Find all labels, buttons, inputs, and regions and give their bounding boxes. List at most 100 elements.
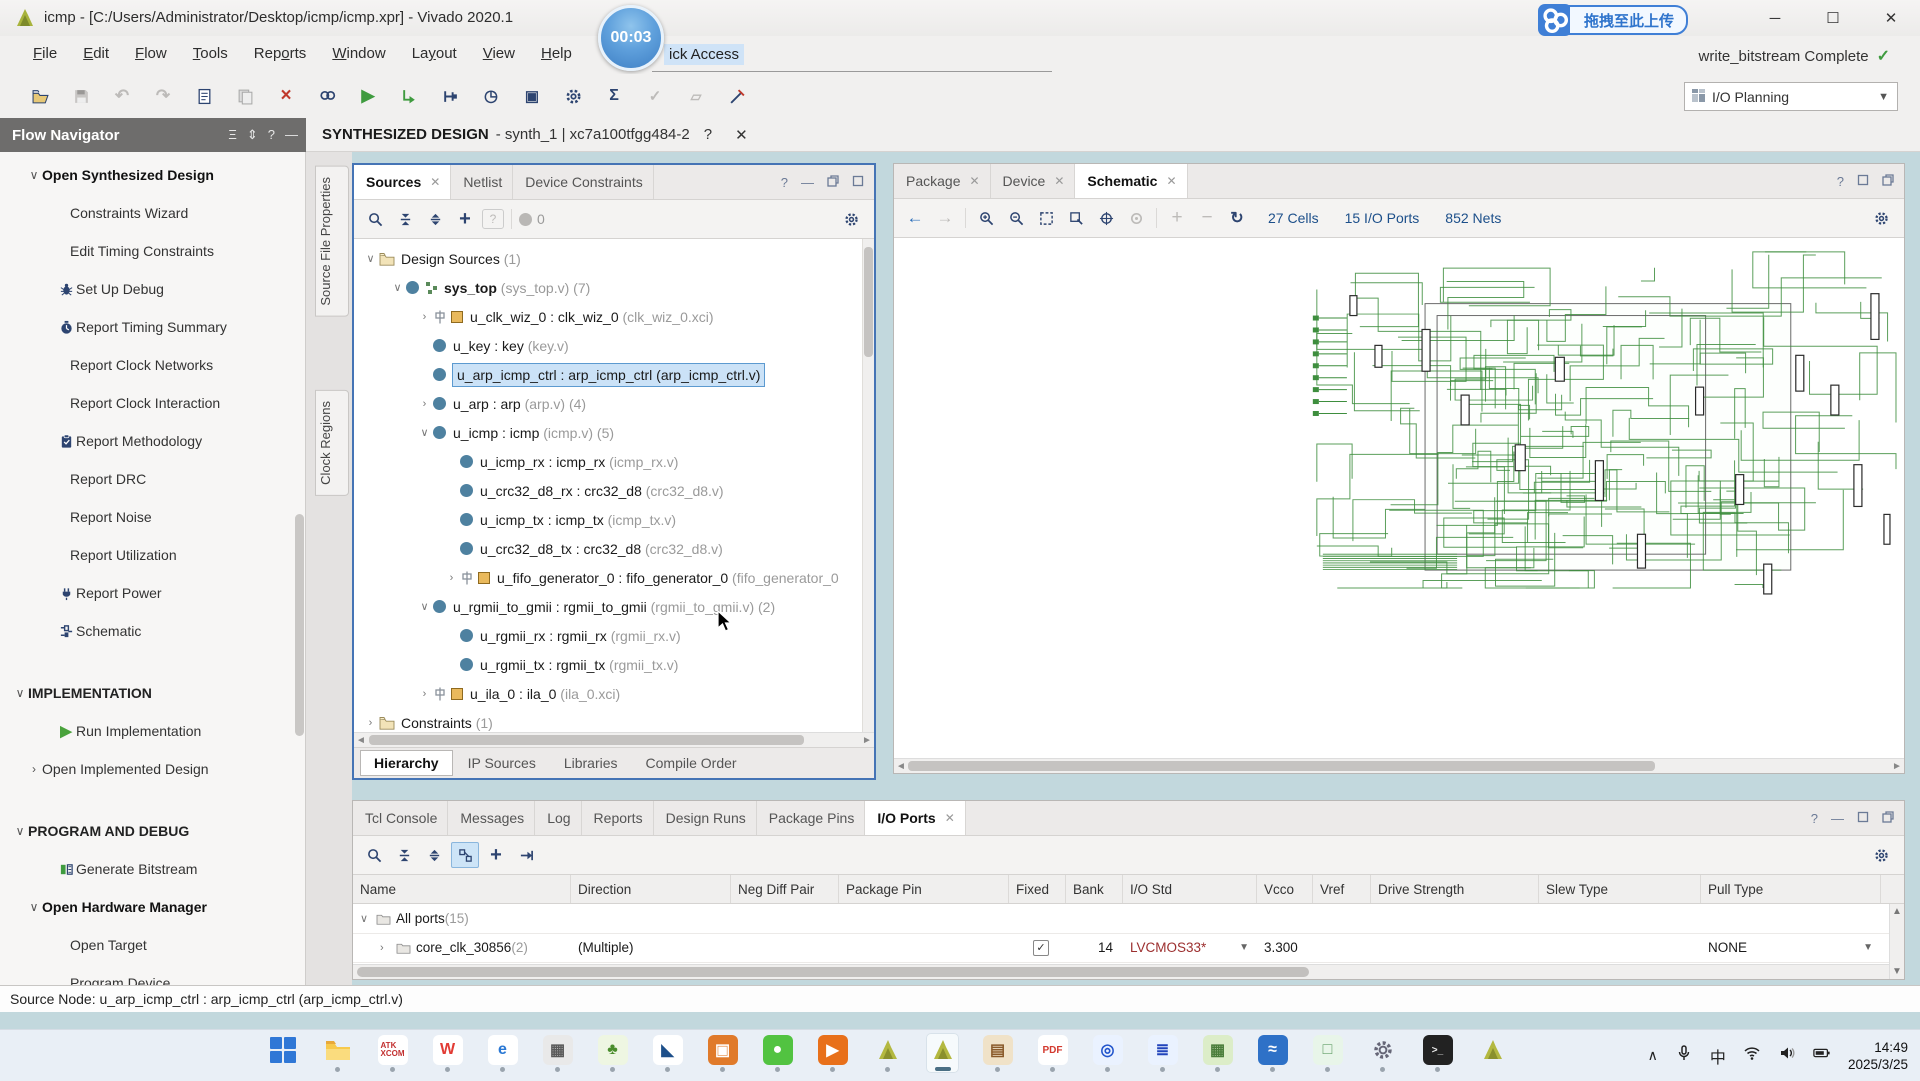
expand-cone-icon[interactable]: + [1164,206,1190,230]
taskbar-vivado[interactable] [871,1033,904,1073]
timing-icon[interactable]: ◷ [479,84,503,108]
minimize-panel-icon[interactable]: ― [285,127,298,143]
taskbar-edge-browser[interactable]: e [486,1033,519,1073]
bottom-tab-reports[interactable]: Reports [582,801,654,835]
column-header-name[interactable]: Name [353,875,571,903]
taskbar-wechat[interactable]: ● [761,1033,794,1073]
zoom-selection-icon[interactable] [1063,206,1089,230]
create-port-icon[interactable]: + [483,843,509,867]
panel-float2-icon[interactable] [827,175,839,190]
column-header-vcco[interactable]: Vcco [1257,875,1313,903]
highlight-icon[interactable] [1123,206,1149,230]
help-icon[interactable]: ? [482,209,504,229]
forward-icon[interactable]: → [932,206,958,230]
elaborate-icon[interactable] [438,84,462,108]
taskbar-settings-app[interactable] [1366,1033,1399,1073]
collapse-cone-icon[interactable]: − [1194,206,1220,230]
bottom-tab-package-pins[interactable]: Package Pins [757,801,866,835]
column-header-i-o-std[interactable]: I/O Std [1123,875,1257,903]
flownav-item-open-synthesized-design[interactable]: ∨Open Synthesized Design [0,156,305,194]
flownav-item-report-clock-interaction[interactable]: Report Clock Interaction [0,384,305,422]
wifi-icon[interactable] [1743,1044,1761,1067]
taskbar-shark-fin-app[interactable]: ◣ [651,1033,684,1073]
tree-row[interactable]: ∨Design Sources (1) [354,244,874,273]
flownav-item-constraints-wizard[interactable]: Constraints Wizard [0,194,305,232]
taskbar-vivado-active[interactable] [926,1033,959,1073]
redo-icon[interactable]: ↷ [151,84,175,108]
open-project-icon[interactable] [28,84,52,108]
sources-tab-netlist[interactable]: Netlist [451,165,513,199]
flownav-item-report-methodology[interactable]: Report Methodology [0,422,305,460]
tree-row[interactable]: ›u_arp : arp (arp.v) (4) [354,389,874,418]
panel-min-icon[interactable]: ― [1831,811,1844,826]
schematic-horizontal-scrollbar[interactable]: ◄► [894,758,1904,773]
collapse-all-icon[interactable] [391,843,417,867]
taskbar-vivado-2[interactable] [1476,1033,1509,1073]
flownav-item-report-noise[interactable]: Report Noise [0,498,305,536]
schematic-tab-package[interactable]: Package✕ [894,164,991,198]
io-ports-horizontal-scrollbar[interactable] [353,964,1889,979]
flownav-item-implementation[interactable]: ∨IMPLEMENTATION [0,674,305,712]
flow-navigator-scrollbar[interactable] [295,514,304,736]
panel-help-icon[interactable]: ? [781,175,788,190]
settings-icon[interactable] [561,84,585,108]
bottom-tab-design-runs[interactable]: Design Runs [654,801,757,835]
flownav-item-report-utilization[interactable]: Report Utilization [0,536,305,574]
sources-tab-device-constraints[interactable]: Device Constraints [513,165,654,199]
schematic-canvas[interactable] [894,238,1904,758]
layers-icon[interactable]: ▱ [684,84,708,108]
validate-icon[interactable]: ✓ [643,84,667,108]
taskbar-waves-app[interactable]: ≈ [1256,1033,1289,1073]
group-by-interface-icon[interactable] [451,842,479,868]
column-header-fixed[interactable]: Fixed [1009,875,1066,903]
taskbar-start-button[interactable] [266,1033,299,1073]
save-icon[interactable] [69,84,93,108]
volume-icon[interactable] [1778,1044,1796,1067]
sources-tab-sources[interactable]: Sources✕ [354,165,451,199]
probes-icon[interactable] [725,84,749,108]
schematic-stat-nets[interactable]: 852 Nets [1445,210,1501,226]
flownav-item-open-implemented-design[interactable]: ›Open Implemented Design [0,750,305,788]
screen-recorder-timer[interactable]: 00:03 [598,5,664,71]
column-header-direction[interactable]: Direction [571,875,731,903]
help-icon[interactable]: ? [268,127,275,143]
bottom-tab-i-o-ports[interactable]: I/O Ports✕ [865,801,965,835]
column-header-bank[interactable]: Bank [1066,875,1123,903]
upload-badge[interactable]: 拖拽至此上传 [1538,4,1688,36]
panel-help-icon[interactable]: ? [1811,811,1818,826]
flownav-item-run-implementation[interactable]: ▶Run Implementation [0,712,305,750]
taskbar-media-player[interactable]: ▶ [816,1033,849,1073]
regenerate-icon[interactable]: ↻ [1224,206,1250,230]
tree-row[interactable]: ∨u_icmp : icmp (icmp.v) (5) [354,418,874,447]
close-button[interactable]: ✕ [1862,0,1920,36]
autoplace-ports-icon[interactable] [513,843,539,867]
settings-gear-icon[interactable] [1868,843,1894,867]
menu-edit[interactable]: Edit [70,36,122,62]
tree-row[interactable]: u_crc32_d8_rx : crc32_d8 (crc32_d8.v) [354,476,874,505]
panel-sq-icon[interactable] [852,175,864,190]
column-header-package-pin[interactable]: Package Pin [839,875,1009,903]
menu-file[interactable]: File [20,36,70,62]
taskbar-green-viewer[interactable]: ▦ [1201,1033,1234,1073]
search-icon[interactable] [362,207,388,231]
autofit-selection-icon[interactable] [1093,206,1119,230]
sources-horizontal-scrollbar[interactable]: ◄► [354,732,874,747]
report-icon[interactable] [192,84,216,108]
fixed-checkbox[interactable]: ✓ [1033,940,1049,956]
banner-help-icon[interactable]: ? [704,126,712,144]
microphone-icon[interactable] [1675,1044,1693,1067]
taskbar-terminal[interactable]: >_ [1421,1033,1454,1073]
bottom-tab-log[interactable]: Log [535,801,581,835]
expand-collapse-icon[interactable]: ⇕ [247,127,258,143]
menu-layout[interactable]: Layout [399,36,470,62]
schematic-stat-cells[interactable]: 27 Cells [1268,210,1319,226]
column-header-neg-diff-pair[interactable]: Neg Diff Pair [731,875,839,903]
io-ports-row-core-clk-30856[interactable]: ›core_clk_30856 (2)(Multiple)✓14LVCMOS33… [353,933,1904,963]
copy-icon[interactable] [233,84,257,108]
flownav-item-set-up-debug[interactable]: Set Up Debug [0,270,305,308]
settings-gear-icon[interactable] [838,207,864,231]
tree-row[interactable]: u_icmp_tx : icmp_tx (icmp_tx.v) [354,505,874,534]
tree-row[interactable]: ›u_fifo_generator_0 : fifo_generator_0 (… [354,563,874,592]
sources-view-hierarchy[interactable]: Hierarchy [360,750,453,776]
tree-row[interactable]: ›Constraints (1) [354,708,874,732]
